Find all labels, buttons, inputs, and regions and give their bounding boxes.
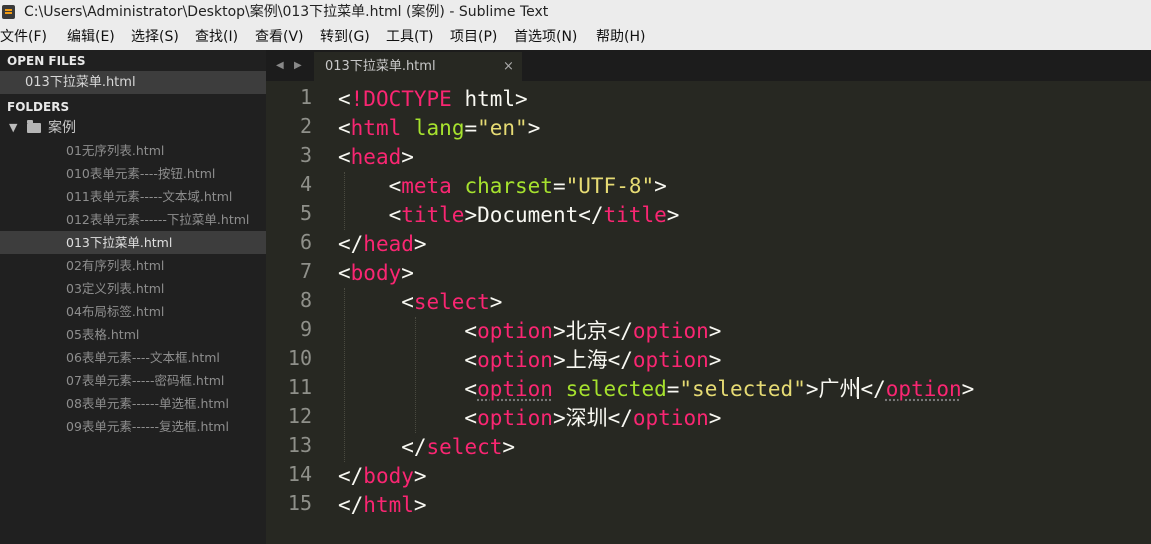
line-number: 15 [287,491,312,515]
folder-icon [27,120,41,133]
file-label: 010表单元素----按钮.html [66,166,216,181]
code-line: <!DOCTYPE html> [338,87,528,111]
code-line: <body> [338,261,414,285]
close-icon[interactable]: × [503,52,514,81]
code-line: <head> [338,145,414,169]
line-number: 1 [299,85,312,109]
code-line: <html lang="en"> [338,116,541,140]
folder-label: 案例 [48,120,76,136]
sidebar-file-item[interactable]: 05表格.html [0,323,266,346]
sidebar-file-item[interactable]: 09表单元素------复选框.html [0,415,266,438]
line-number: 9 [299,317,312,341]
line-number: 8 [299,288,312,312]
file-label: 013下拉菜单.html [66,235,173,250]
line-number-gutter: 1 2 3 4 5 6 7 8 9 10 11 12 13 14 15 [266,81,332,544]
menu-preferences[interactable]: 首选项(N) [514,25,577,50]
folder-item[interactable]: ▼ 案例 [0,117,266,139]
line-number: 13 [287,433,312,457]
file-label: 06表单元素----文本框.html [66,350,220,365]
line-number: 3 [299,143,312,167]
code-editor[interactable]: <!DOCTYPE html> <html lang="en"> <head> … [338,81,1151,544]
menu-file[interactable]: 文件(F) [0,25,47,50]
text-cursor [857,377,859,399]
file-label: 08表单元素------单选框.html [66,396,229,411]
sidebar-file-item[interactable]: 06表单元素----文本框.html [0,346,266,369]
code-line: </html> [338,493,427,517]
file-label: 012表单元素------下拉菜单.html [66,212,250,227]
line-number: 10 [287,346,312,370]
menu-goto[interactable]: 转到(G) [320,25,370,50]
sidebar-file-item[interactable]: 02有序列表.html [0,254,266,277]
sidebar-file-item[interactable]: 08表单元素------单选框.html [0,392,266,415]
sublime-app-icon [2,5,15,19]
open-file-label: 013下拉菜单.html [25,75,136,90]
window-title: C:\Users\Administrator\Desktop\案例\013下拉菜… [24,4,549,20]
line-number: 5 [299,201,312,225]
tab-013-dropdown[interactable]: 013下拉菜单.html × [314,52,522,81]
menu-view[interactable]: 查看(V) [255,25,304,50]
code-line: </head> [338,232,427,256]
sidebar-file-item[interactable]: 010表单元素----按钮.html [0,162,266,185]
menu-find[interactable]: 查找(I) [195,25,238,50]
sidebar-file-item[interactable]: 04布局标签.html [0,300,266,323]
file-label: 01无序列表.html [66,143,165,158]
sidebar-file-item[interactable]: 07表单元素-----密码框.html [0,369,266,392]
line-number: 2 [299,114,312,138]
line-number: 12 [287,404,312,428]
code-line: <option>深圳</option> [338,406,722,430]
menu-help[interactable]: 帮助(H) [596,25,645,50]
sidebar-file-item[interactable]: 01无序列表.html [0,139,266,162]
line-number: 7 [299,259,312,283]
menu-edit[interactable]: 编辑(E) [67,25,115,50]
code-line: <option selected="selected">广州</option> [338,377,975,401]
line-number: 4 [299,172,312,196]
code-line: </select> [338,435,516,459]
code-line: <option>上海</option> [338,348,722,372]
disclosure-triangle-icon[interactable]: ▼ [9,117,17,139]
code-line: <title>Document</title> [338,203,680,227]
menu-bar: 文件(F) 编辑(E) 选择(S) 查找(I) 查看(V) 转到(G) 工具(T… [0,25,1151,50]
sidebar-file-item[interactable]: 011表单元素-----文本域.html [0,185,266,208]
code-line: <select> [338,290,503,314]
sidebar-file-item-active[interactable]: 013下拉菜单.html [0,231,266,254]
sidebar-file-item[interactable]: 012表单元素------下拉菜单.html [0,208,266,231]
file-label: 04布局标签.html [66,304,165,319]
tab-prev-icon[interactable]: ◀ [276,50,284,81]
file-label: 03定义列表.html [66,281,165,296]
tab-bar: ◀ ▶ 013下拉菜单.html × [266,50,1151,81]
open-file-item[interactable]: 013下拉菜单.html [0,71,266,94]
code-line: <option>北京</option> [338,319,722,343]
sidebar: OPEN FILES 013下拉菜单.html FOLDERS ▼ 案例 01无… [0,50,266,544]
tab-next-icon[interactable]: ▶ [294,50,302,81]
menu-project[interactable]: 项目(P) [450,25,497,50]
open-files-heading: OPEN FILES [7,54,86,68]
file-label: 011表单元素-----文本域.html [66,189,233,204]
sidebar-file-item[interactable]: 03定义列表.html [0,277,266,300]
tab-label: 013下拉菜单.html [325,59,436,74]
file-label: 05表格.html [66,327,140,342]
menu-tools[interactable]: 工具(T) [386,25,433,50]
file-label: 09表单元素------复选框.html [66,419,229,434]
title-bar: C:\Users\Administrator\Desktop\案例\013下拉菜… [0,0,1151,25]
code-line: <meta charset="UTF-8"> [338,174,667,198]
folders-heading: FOLDERS [7,100,70,114]
line-number: 14 [287,462,312,486]
line-number: 11 [287,375,312,399]
menu-selection[interactable]: 选择(S) [131,25,179,50]
code-line: </body> [338,464,427,488]
line-number: 6 [299,230,312,254]
file-label: 07表单元素-----密码框.html [66,373,225,388]
file-label: 02有序列表.html [66,258,165,273]
